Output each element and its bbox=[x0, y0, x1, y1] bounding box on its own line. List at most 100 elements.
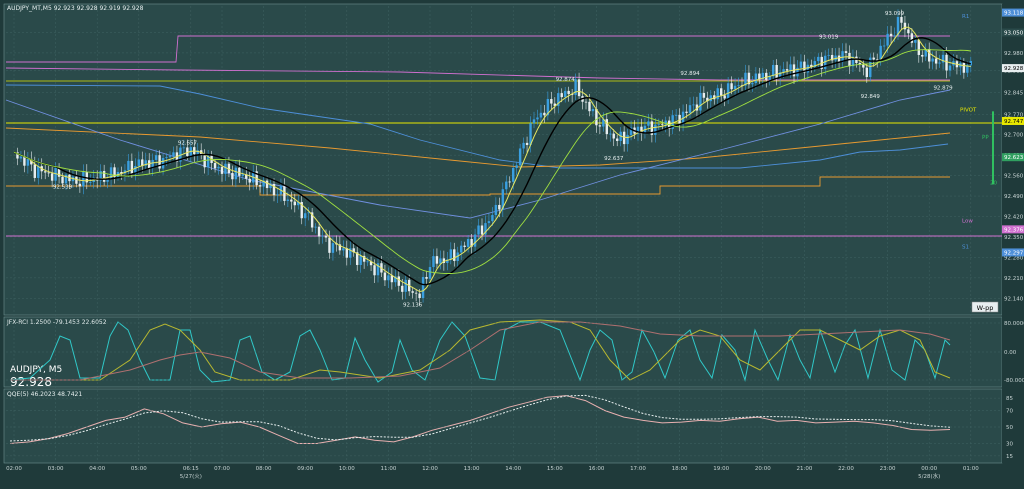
price-tag-label: 92.747 bbox=[1004, 119, 1024, 125]
candle-body bbox=[512, 167, 515, 182]
candle-body bbox=[550, 98, 553, 104]
candle-body bbox=[934, 58, 938, 64]
candle-body bbox=[293, 201, 296, 206]
candle-body bbox=[536, 117, 539, 120]
candle-body bbox=[366, 261, 369, 263]
candle-body bbox=[577, 79, 581, 97]
qqe-axis-label: 85 bbox=[1006, 396, 1013, 402]
candle-body bbox=[564, 90, 567, 98]
level-label: PP bbox=[982, 135, 989, 141]
candle-body bbox=[224, 163, 227, 174]
price-axis-label: 92.980 bbox=[1004, 51, 1024, 57]
candle-body bbox=[359, 255, 362, 265]
candle-body bbox=[837, 55, 841, 63]
candle-body bbox=[785, 69, 789, 71]
candle-body bbox=[508, 181, 511, 183]
rci-axis-label: 0.00 bbox=[1004, 350, 1017, 356]
time-axis-label: 09:00 bbox=[297, 466, 313, 472]
candle-body bbox=[265, 180, 269, 189]
candle-body bbox=[872, 57, 875, 60]
candle-body bbox=[466, 239, 470, 247]
price-tag-label: 92.297 bbox=[1004, 250, 1024, 256]
candle-body bbox=[609, 133, 612, 135]
candle-body bbox=[588, 101, 591, 112]
candle-body bbox=[213, 163, 217, 169]
candle-body bbox=[23, 156, 26, 166]
candle-body bbox=[723, 95, 726, 99]
level-label: PIVOT bbox=[960, 107, 977, 113]
candle-body bbox=[460, 245, 463, 253]
candle-body bbox=[182, 147, 186, 149]
candle-body bbox=[172, 152, 175, 157]
time-axis-label: 18:00 bbox=[672, 466, 688, 472]
candle-body bbox=[720, 88, 723, 96]
price-annotation-label: 92.657 bbox=[178, 140, 198, 146]
candle-body bbox=[234, 167, 238, 180]
candle-body bbox=[560, 93, 563, 98]
candle-body bbox=[886, 33, 889, 46]
candle-body bbox=[19, 156, 23, 159]
candle-body bbox=[921, 54, 924, 57]
price-tag-label: 93.050 bbox=[1004, 30, 1024, 36]
candle-body bbox=[449, 249, 452, 260]
time-axis-label: 19:00 bbox=[713, 466, 729, 472]
qqe-panel bbox=[3, 388, 1003, 464]
candle-body bbox=[914, 39, 917, 43]
candle-body bbox=[938, 62, 941, 64]
candle-body bbox=[948, 65, 952, 71]
w-pp-button-label[interactable]: W-pp bbox=[977, 304, 994, 312]
candle-body bbox=[137, 159, 140, 166]
candle-body bbox=[463, 245, 466, 247]
price-tag-label: 93.118 bbox=[1004, 11, 1024, 17]
candle-body bbox=[290, 199, 293, 202]
price-tag-label: 92.376 bbox=[1004, 227, 1024, 233]
w-pp-button[interactable]: W-pp bbox=[971, 301, 999, 313]
candle-body bbox=[432, 256, 435, 268]
candle-body bbox=[168, 156, 172, 158]
qqe-axis-label: 15 bbox=[1006, 454, 1013, 460]
candle-body bbox=[453, 249, 456, 261]
time-axis-label: 13:00 bbox=[464, 466, 480, 472]
candle-body bbox=[220, 166, 224, 174]
level-label: Low bbox=[962, 218, 973, 224]
candle-body bbox=[532, 119, 536, 124]
time-axis-label: 01:00 bbox=[963, 466, 979, 472]
rci-axis-label: -80.0000 bbox=[1004, 378, 1024, 384]
qqe-header: QQE(5) 46.2023 48.7421 bbox=[7, 391, 82, 398]
candle-body bbox=[692, 104, 695, 106]
time-axis-label: 14:00 bbox=[505, 466, 521, 472]
candle-body bbox=[699, 92, 702, 111]
time-axis-label: 10:00 bbox=[339, 466, 355, 472]
price-annotation-label: 93.019 bbox=[819, 35, 839, 41]
candle-body bbox=[414, 292, 418, 294]
candle-body bbox=[328, 237, 331, 253]
time-axis-label: 16:00 bbox=[588, 466, 604, 472]
level-label: R1 bbox=[962, 14, 969, 20]
main-panel bbox=[3, 3, 1003, 316]
candle-body bbox=[612, 133, 615, 139]
candle-body bbox=[286, 199, 290, 201]
candle-body bbox=[480, 225, 484, 235]
time-axis-label: 12:00 bbox=[422, 466, 438, 472]
candle-body bbox=[165, 157, 168, 159]
time-axis-label: 23:00 bbox=[880, 466, 896, 472]
side-marker-label: 20 bbox=[990, 180, 997, 186]
candle-body bbox=[765, 72, 768, 80]
time-axis-label: 07:00 bbox=[214, 466, 230, 472]
candle-body bbox=[889, 33, 893, 37]
candle-body bbox=[716, 88, 719, 100]
candle-body bbox=[387, 275, 390, 281]
candle-body bbox=[241, 174, 244, 176]
candle-body bbox=[314, 226, 317, 228]
candle-body bbox=[584, 101, 588, 103]
candle-body bbox=[882, 45, 886, 47]
candle-body bbox=[494, 204, 498, 216]
price-annotation-label: 92.894 bbox=[680, 71, 700, 77]
candle-body bbox=[661, 124, 664, 126]
price-annotation-label: 92.874 bbox=[556, 77, 576, 83]
trading-chart: AUDJPY_MT,M5 92.923 92.928 92.919 92.928… bbox=[0, 0, 1024, 489]
candle-body bbox=[248, 178, 251, 183]
symbol-label: AUDJPY, M5 bbox=[10, 365, 62, 375]
candle-body bbox=[865, 67, 868, 78]
time-axis-label: 06:15 bbox=[183, 466, 199, 472]
